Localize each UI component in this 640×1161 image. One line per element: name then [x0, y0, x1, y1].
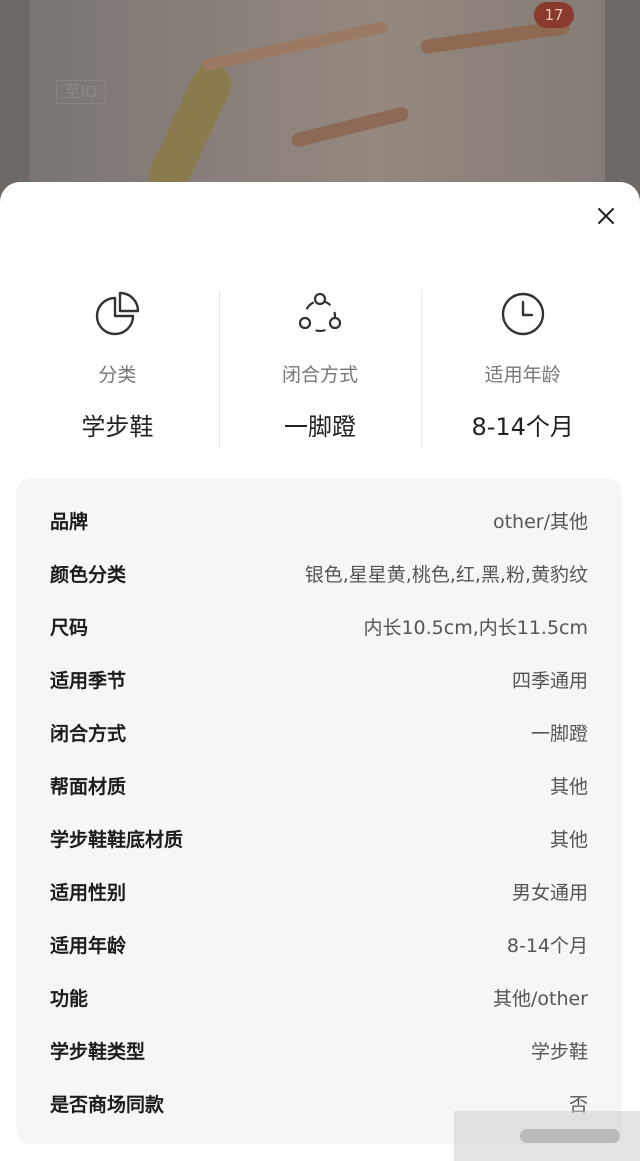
param-value: 其他/other: [492, 987, 588, 1010]
clock-icon: [501, 292, 544, 336]
param-key: 功能: [50, 987, 89, 1010]
close-button[interactable]: [594, 204, 618, 228]
param-key: 帮面材质: [50, 775, 127, 798]
param-value: 内长10.5cm,内长11.5cm: [363, 616, 588, 639]
summary-label: 适用年龄: [484, 364, 561, 386]
summary-value: 8-14个月: [471, 413, 574, 441]
key-attributes-summary: 分类 学步鞋 闭合方式 一脚蹬 适用年龄 8-14个月: [16, 290, 624, 450]
param-key: 闭合方式: [50, 722, 127, 745]
param-row-shoe-type: 学步鞋类型 学步鞋: [16, 1024, 622, 1076]
param-row-upper-material: 帮面材质 其他: [16, 759, 622, 811]
summary-item-closure: 闭合方式 一脚蹬: [218, 290, 422, 450]
param-row-age: 适用年龄 8-14个月: [16, 918, 622, 970]
product-photo-backdrop: 至IQ 17: [0, 0, 640, 200]
summary-value: 学步鞋: [81, 413, 154, 441]
param-value: 学步鞋: [530, 1040, 588, 1063]
summary-value: 一脚蹬: [284, 413, 356, 441]
image-count-badge: 17: [534, 2, 574, 28]
param-key: 尺码: [50, 616, 89, 639]
param-key: 是否商场同款: [50, 1093, 165, 1116]
param-value: other/其他: [492, 510, 588, 533]
watermark-overlay: [454, 1111, 640, 1161]
summary-label: 闭合方式: [282, 364, 359, 386]
param-key: 颜色分类: [50, 563, 127, 586]
param-value: 其他: [549, 775, 588, 798]
photo-overlay-label: 至IQ: [56, 80, 106, 104]
param-row-season: 适用季节 四季通用: [16, 653, 622, 705]
param-value: 一脚蹬: [530, 722, 588, 745]
param-key: 适用年龄: [50, 934, 127, 957]
param-value: 其他: [549, 828, 588, 851]
param-row-closure: 闭合方式 一脚蹬: [16, 706, 622, 758]
param-key: 适用性别: [50, 881, 127, 904]
param-value: 银色,星星黄,桃色,红,黑,粉,黄豹纹: [304, 563, 588, 586]
param-key: 适用季节: [50, 669, 127, 692]
param-value: 四季通用: [511, 669, 588, 692]
param-row-sole-material: 学步鞋鞋底材质 其他: [16, 812, 622, 864]
param-key: 学步鞋类型: [50, 1040, 146, 1063]
watermark-blur: [520, 1129, 620, 1143]
summary-item-age: 适用年龄 8-14个月: [421, 290, 624, 450]
param-key: 学步鞋鞋底材质: [50, 828, 184, 851]
product-parameters-list: 品牌 other/其他 颜色分类 银色,星星黄,桃色,红,黑,粉,黄豹纹 尺码 …: [16, 478, 622, 1144]
param-key: 品牌: [50, 510, 89, 533]
param-row-brand: 品牌 other/其他: [16, 494, 622, 546]
param-row-size: 尺码 内长10.5cm,内长11.5cm: [16, 600, 622, 652]
closure-circle-icon: [298, 292, 342, 333]
param-value: 8-14个月: [506, 934, 588, 957]
summary-label: 分类: [98, 364, 137, 386]
summary-item-category: 分类 学步鞋: [16, 290, 219, 450]
param-value: 男女通用: [511, 881, 588, 904]
param-row-gender: 适用性别 男女通用: [16, 865, 622, 917]
param-row-function: 功能 其他/other: [16, 971, 622, 1023]
close-icon: [598, 208, 614, 224]
product-params-sheet: 分类 学步鞋 闭合方式 一脚蹬 适用年龄 8-14个月 品牌 other/其他: [0, 182, 640, 1161]
pie-chart-icon: [96, 291, 140, 336]
param-row-color: 颜色分类 银色,星星黄,桃色,红,黑,粉,黄豹纹: [16, 547, 622, 599]
